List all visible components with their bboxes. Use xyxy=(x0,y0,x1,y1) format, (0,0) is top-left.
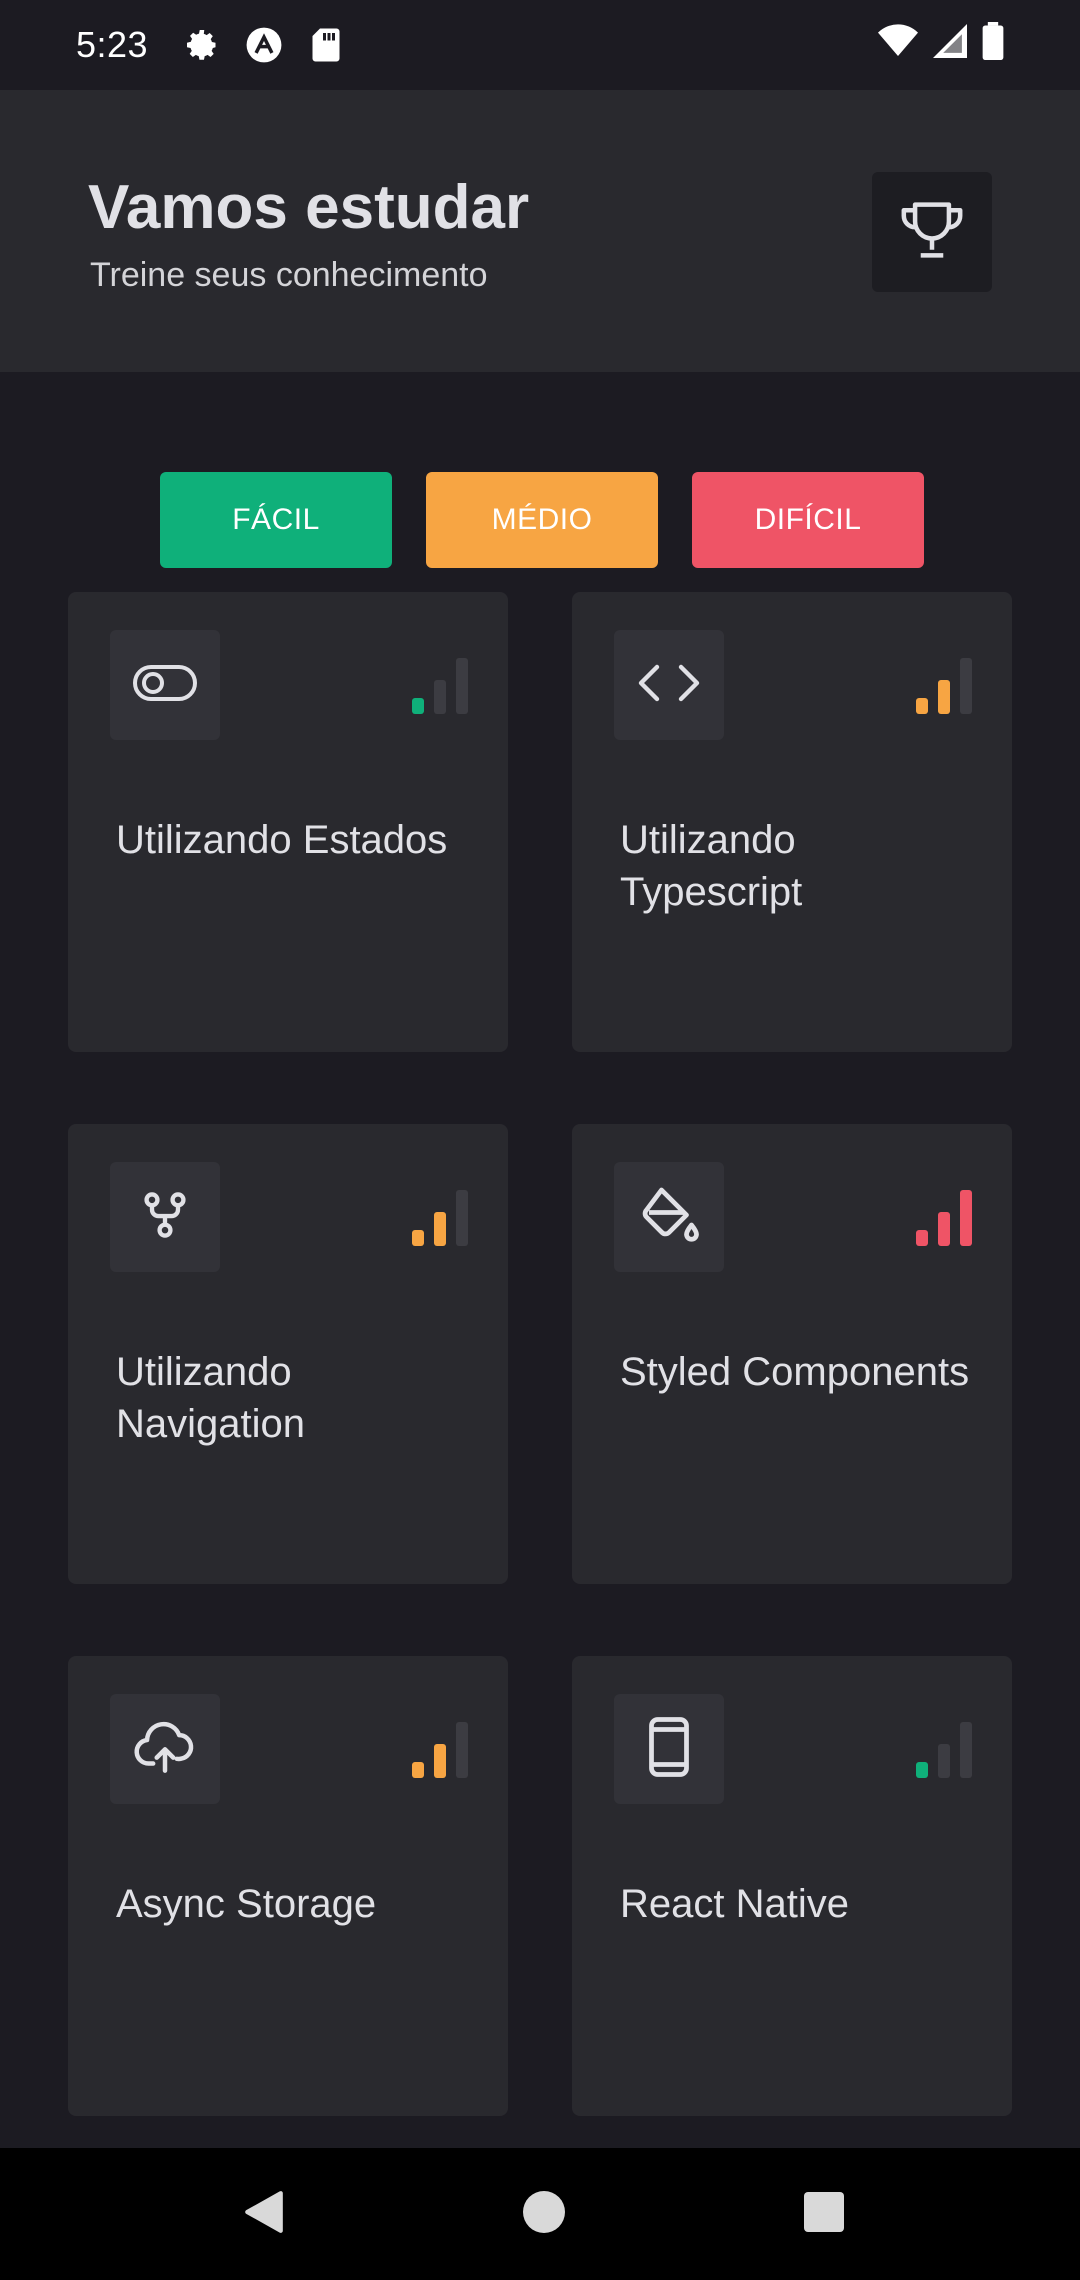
quiz-card[interactable]: Utilizando Estados xyxy=(68,592,508,1052)
cloud-upload-icon xyxy=(133,1721,197,1778)
toggle-icon xyxy=(133,663,197,708)
home-icon xyxy=(523,2190,565,2238)
level-indicator xyxy=(916,658,974,714)
filter-hard-button[interactable]: DIFÍCIL xyxy=(692,472,924,568)
quiz-card[interactable]: Async Storage xyxy=(68,1656,508,2116)
system-nav-bar xyxy=(0,2148,1080,2280)
filter-easy-button[interactable]: FÁCIL xyxy=(160,472,392,568)
git-fork-icon xyxy=(139,1189,191,1246)
level-filters: FÁCIL MÉDIO DIFÍCIL xyxy=(160,472,924,568)
quiz-card[interactable]: React Native xyxy=(572,1656,1012,2116)
card-title: Async Storage xyxy=(116,1882,377,1926)
signal-icon xyxy=(932,23,968,67)
recents-icon xyxy=(804,2191,844,2237)
sd-card-icon xyxy=(306,25,346,65)
page-subtitle: Treine seus conhecimento xyxy=(90,256,488,294)
status-time: 5:23 xyxy=(76,24,149,65)
wifi-icon xyxy=(878,23,918,67)
trophy-icon xyxy=(896,199,968,266)
page-title: Vamos estudar xyxy=(88,173,530,242)
back-button[interactable] xyxy=(236,2186,292,2242)
header: Vamos estudar Treine seus conhecimento xyxy=(0,90,1080,372)
code-icon xyxy=(637,661,701,710)
level-indicator xyxy=(412,1722,470,1778)
quiz-card[interactable]: Utilizando Navigation xyxy=(68,1124,508,1584)
app-screen: 5:23 Vamos estudar Treine seus conhecime… xyxy=(0,0,1080,2280)
home-button[interactable] xyxy=(516,2186,572,2242)
card-title: Styled Components xyxy=(620,1350,970,1394)
quiz-card[interactable]: Styled Components xyxy=(572,1124,1012,1584)
quiz-card[interactable]: Utilizando Typescript xyxy=(572,592,1012,1052)
status-right-icons xyxy=(878,21,1004,69)
level-indicator xyxy=(412,658,470,714)
card-title: React Native xyxy=(620,1882,849,1926)
filter-medium-button[interactable]: MÉDIO xyxy=(426,472,658,568)
level-indicator xyxy=(916,1722,974,1778)
level-indicator xyxy=(916,1190,974,1246)
recents-button[interactable] xyxy=(796,2186,852,2242)
ranking-button[interactable] xyxy=(872,172,992,292)
card-title: Utilizando Estados xyxy=(116,818,448,862)
card-title: Utilizando Navigation xyxy=(116,1350,306,1446)
app-a-icon xyxy=(244,25,284,65)
level-indicator xyxy=(412,1190,470,1246)
back-icon xyxy=(243,2189,285,2240)
smartphone-icon xyxy=(649,1716,689,1782)
battery-icon xyxy=(982,21,1004,69)
paint-bucket-icon xyxy=(639,1185,699,1250)
status-bar: 5:23 xyxy=(0,0,1080,90)
gear-icon xyxy=(182,25,222,65)
card-title: Utilizando Typescript xyxy=(620,818,803,914)
